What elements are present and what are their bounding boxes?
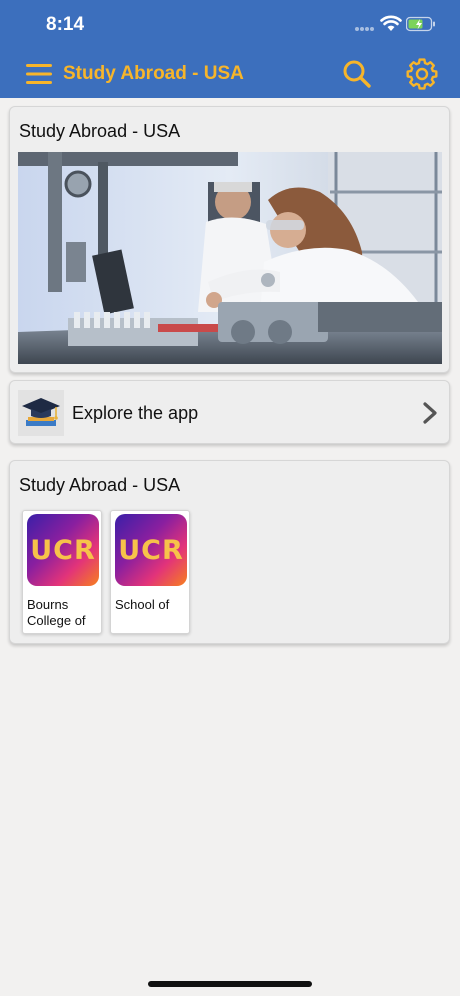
battery-icon (406, 16, 435, 32)
ucr-logo-text: UCR (118, 535, 184, 566)
hamburger-menu-icon[interactable] (26, 62, 52, 86)
chevron-right-icon (423, 402, 437, 424)
programs-card: Study Abroad - USA UCR Bourns College of… (9, 460, 450, 644)
gear-icon[interactable] (406, 58, 438, 90)
navigation-bar: Study Abroad - USA (0, 50, 460, 98)
ucr-logo: UCR (115, 514, 187, 586)
program-tile[interactable]: UCR Bourns College of (22, 510, 102, 634)
search-icon[interactable] (342, 59, 372, 89)
explore-thumbnail (18, 390, 64, 436)
ucr-logo: UCR (27, 514, 99, 586)
home-indicator[interactable] (148, 981, 312, 987)
ucr-logo-text: UCR (30, 535, 96, 566)
wifi-icon (380, 15, 402, 31)
explore-app-label: Explore the app (72, 403, 199, 423)
lab-researchers-photo (18, 152, 442, 364)
page-title: Study Abroad - USA (63, 63, 244, 84)
programs-card-title: Study Abroad - USA (19, 475, 181, 495)
hero-card-title: Study Abroad - USA (19, 121, 181, 141)
hero-image[interactable] (18, 152, 442, 364)
program-tile[interactable]: UCR School of (110, 510, 190, 634)
status-time: 8:14 (46, 14, 85, 35)
graduation-cap-icon (22, 398, 60, 426)
app-header: 8:14 Study Abroad - USA (0, 0, 460, 98)
cellular-signal-icon (355, 27, 374, 31)
program-tile-label: School of (115, 597, 170, 612)
status-bar: 8:14 (0, 0, 460, 50)
explore-app-row[interactable]: Explore the app (9, 380, 450, 444)
program-tile-label: Bourns College of (27, 597, 86, 628)
hero-card[interactable]: Study Abroad - USA (9, 106, 450, 373)
